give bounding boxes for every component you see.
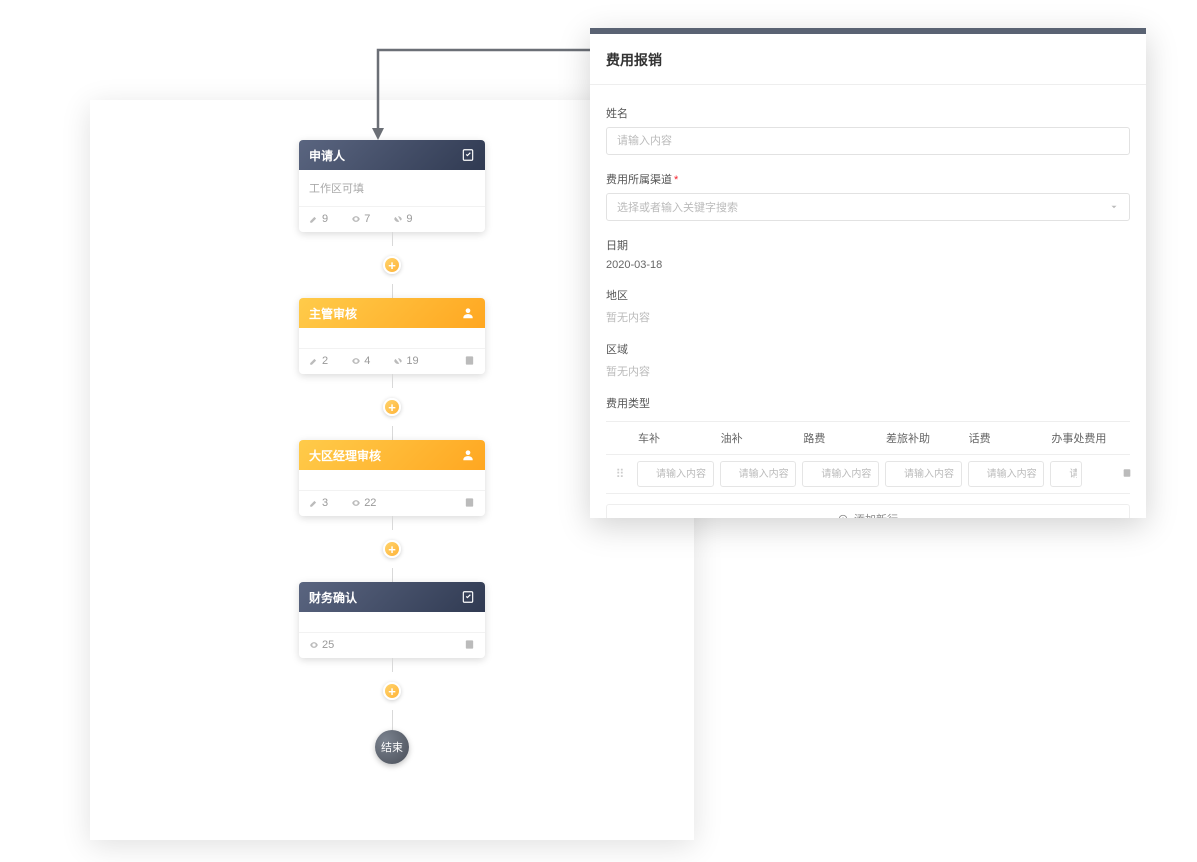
type-label: 费用类型 bbox=[606, 395, 1130, 411]
table-row: ⠿ bbox=[606, 455, 1130, 494]
form-panel: 费用报销 姓名 费用所属渠道* 选择或者输入关键字搜索 日期 2020-03-1… bbox=[590, 28, 1146, 518]
pencil-icon bbox=[309, 498, 319, 508]
add-node-button[interactable] bbox=[383, 540, 401, 558]
person-icon bbox=[461, 306, 475, 320]
name-input[interactable] bbox=[606, 127, 1130, 155]
drag-handle-icon[interactable]: ⠿ bbox=[606, 467, 634, 481]
col-0: 车补 bbox=[634, 422, 717, 454]
region-label: 地区 bbox=[606, 287, 1130, 303]
form-title: 费用报销 bbox=[590, 34, 1146, 85]
workflow-node-supervisor[interactable]: 主管审核 2 4 19 bbox=[299, 298, 485, 374]
channel-label: 费用所属渠道* bbox=[606, 171, 1130, 187]
area-label: 区域 bbox=[606, 341, 1130, 357]
col-2: 路费 bbox=[799, 422, 882, 454]
eye-off-icon bbox=[393, 356, 403, 366]
pencil-icon bbox=[309, 214, 319, 224]
node-stats: 9 7 9 bbox=[309, 213, 433, 227]
form-icon bbox=[461, 590, 475, 604]
cell-input[interactable] bbox=[885, 461, 962, 487]
eye-icon bbox=[351, 356, 361, 366]
col-4: 话费 bbox=[965, 422, 1048, 454]
eye-icon bbox=[351, 498, 361, 508]
workflow-node-applicant[interactable]: 申请人 工作区可填 9 7 9 bbox=[299, 140, 485, 232]
col-5: 办事处费用 bbox=[1047, 422, 1130, 454]
workflow-node-regional[interactable]: 大区经理审核 3 22 bbox=[299, 440, 485, 516]
person-icon bbox=[461, 448, 475, 462]
col-1: 油补 bbox=[717, 422, 800, 454]
region-value: 暂无内容 bbox=[606, 309, 1130, 325]
plus-circle-icon bbox=[838, 514, 848, 518]
node-title: 主管审核 bbox=[309, 305, 357, 322]
eye-icon bbox=[309, 640, 319, 650]
name-label: 姓名 bbox=[606, 105, 1130, 121]
cell-input[interactable] bbox=[802, 461, 879, 487]
add-node-button[interactable] bbox=[383, 256, 401, 274]
add-node-button[interactable] bbox=[383, 682, 401, 700]
form-icon bbox=[461, 148, 475, 162]
pencil-icon bbox=[309, 356, 319, 366]
eye-off-icon bbox=[393, 214, 403, 224]
channel-select[interactable]: 选择或者输入关键字搜索 bbox=[606, 193, 1130, 221]
card-settings-icon[interactable] bbox=[464, 355, 475, 369]
cell-input[interactable] bbox=[968, 461, 1045, 487]
area-value: 暂无内容 bbox=[606, 363, 1130, 379]
node-stats: 3 22 bbox=[309, 497, 396, 511]
date-value: 2020-03-18 bbox=[606, 259, 1130, 271]
add-row-button[interactable]: 添加新行 bbox=[606, 504, 1130, 518]
col-3: 差旅补助 bbox=[882, 422, 965, 454]
card-settings-icon[interactable] bbox=[464, 497, 475, 511]
chevron-down-icon bbox=[1109, 202, 1119, 212]
eye-icon bbox=[351, 214, 361, 224]
add-node-button[interactable] bbox=[383, 398, 401, 416]
expense-table: 车补 油补 路费 差旅补助 话费 办事处费用 ⠿ bbox=[606, 421, 1130, 494]
card-icon[interactable] bbox=[1122, 465, 1132, 483]
cell-input[interactable] bbox=[637, 461, 714, 487]
cell-input[interactable] bbox=[720, 461, 797, 487]
node-body: 工作区可填 bbox=[299, 170, 485, 206]
cell-input[interactable] bbox=[1050, 461, 1082, 487]
date-label: 日期 bbox=[606, 237, 1130, 253]
node-stats: 2 4 19 bbox=[309, 355, 439, 369]
node-title: 申请人 bbox=[309, 147, 345, 164]
workflow-node-finance[interactable]: 财务确认 25 bbox=[299, 582, 485, 658]
workflow-end-node: 结束 bbox=[375, 730, 409, 764]
node-title: 财务确认 bbox=[309, 589, 357, 606]
card-settings-icon[interactable] bbox=[464, 639, 475, 653]
node-stats: 25 bbox=[309, 639, 354, 653]
node-title: 大区经理审核 bbox=[309, 447, 381, 464]
